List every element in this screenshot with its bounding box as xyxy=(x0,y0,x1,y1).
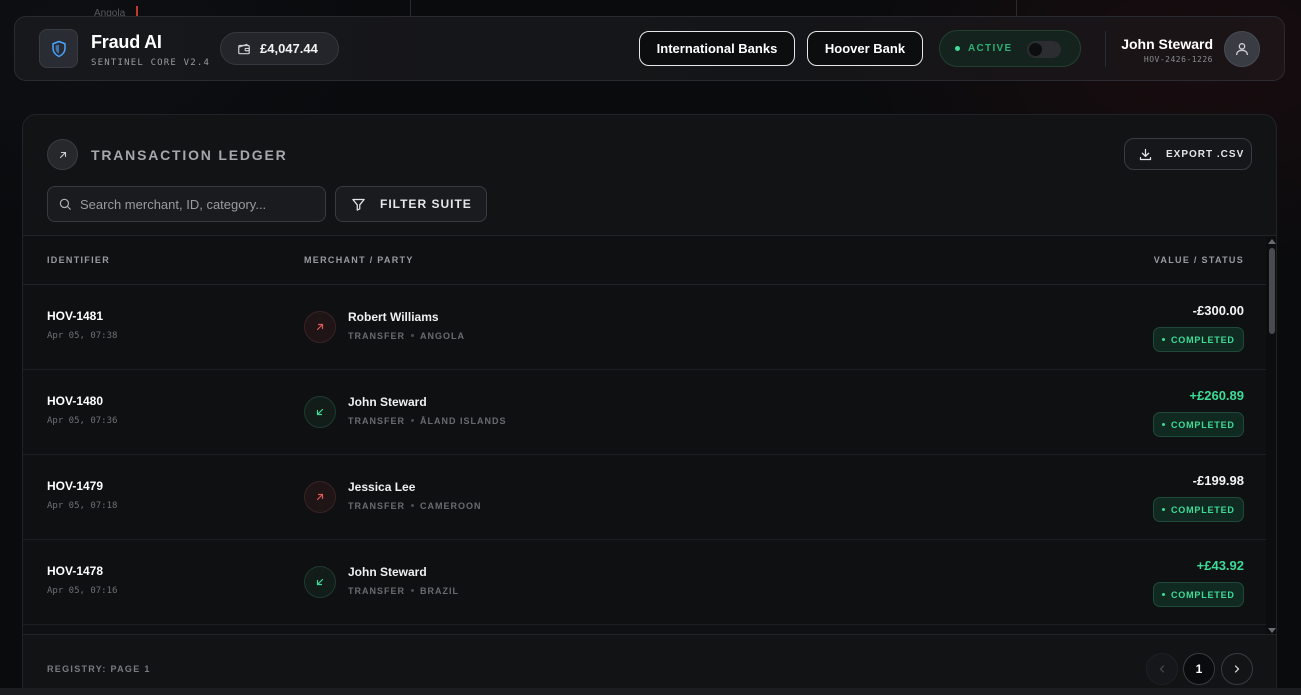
status-badge: COMPLETED xyxy=(1153,497,1244,522)
filter-suite-button[interactable]: FILTER SUITE xyxy=(335,186,487,222)
chevron-right-icon xyxy=(1234,665,1240,673)
transaction-amount: +£43.92 xyxy=(1196,558,1244,573)
transaction-time: Apr 05, 07:16 xyxy=(47,586,118,596)
app-logo[interactable] xyxy=(39,29,78,68)
export-csv-button[interactable]: EXPORT .CSV xyxy=(1124,138,1252,170)
transaction-location: BRAZIL xyxy=(420,586,459,596)
background-divider xyxy=(1016,0,1017,16)
party-meta: TRANSFER ANGOLA xyxy=(348,331,465,341)
app-title: Fraud AI xyxy=(91,32,162,52)
status-text: ACTIVE xyxy=(968,43,1013,54)
table-row[interactable]: HOV-1479 Apr 05, 07:18 Jessica Lee TRANS… xyxy=(23,455,1266,540)
user-name: John Steward xyxy=(1121,36,1213,52)
transaction-time: Apr 05, 07:38 xyxy=(47,331,118,341)
international-banks-button[interactable]: International Banks xyxy=(639,31,795,66)
transaction-time: Apr 05, 07:18 xyxy=(47,501,118,511)
status-badge: COMPLETED xyxy=(1153,327,1244,352)
transaction-location: CAMEROON xyxy=(420,501,482,511)
party-meta: TRANSFER BRAZIL xyxy=(348,586,459,596)
app-subtitle: SENTINEL CORE V2.4 xyxy=(91,58,211,68)
scroll-down-icon[interactable] xyxy=(1268,628,1276,633)
table-row[interactable]: HOV-1481 Apr 05, 07:38 Robert Williams T… xyxy=(23,285,1266,370)
export-label: EXPORT .CSV xyxy=(1166,148,1245,160)
header-divider xyxy=(1105,31,1106,67)
transaction-location: ANGOLA xyxy=(420,331,465,341)
avatar[interactable] xyxy=(1224,31,1260,67)
transaction-amount: +£260.89 xyxy=(1189,388,1244,403)
toggle-knob xyxy=(1029,43,1042,56)
user-id: HOV-2426-1226 xyxy=(1143,55,1213,64)
search-icon xyxy=(59,198,71,210)
top-header: Fraud AI SENTINEL CORE V2.4 £4,047.44 In… xyxy=(14,16,1285,81)
table-row[interactable]: HOV-1478 Apr 05, 07:16 John Steward TRAN… xyxy=(23,540,1266,625)
party-name: John Steward xyxy=(348,565,427,579)
transaction-type: TRANSFER xyxy=(348,416,405,426)
transaction-type: TRANSFER xyxy=(348,586,405,596)
transaction-ledger-panel: TRANSACTION LEDGER EXPORT .CSV FILTER SU… xyxy=(22,114,1277,695)
transaction-id: HOV-1478 xyxy=(47,564,104,578)
party-name: Robert Williams xyxy=(348,310,439,324)
status-badge: COMPLETED xyxy=(1153,412,1244,437)
arrow-up-right-icon xyxy=(59,151,66,158)
status-indicator: ACTIVE xyxy=(939,30,1081,67)
party-meta: TRANSFER ÅLAND ISLANDS xyxy=(348,416,507,426)
ledger-title: TRANSACTION LEDGER xyxy=(91,147,288,163)
party-name: Jessica Lee xyxy=(348,480,416,494)
transaction-type: TRANSFER xyxy=(348,501,405,511)
wallet-icon xyxy=(238,43,250,54)
outgoing-icon xyxy=(304,311,336,343)
search-input[interactable] xyxy=(80,196,310,212)
filter-icon xyxy=(352,198,365,211)
background-divider xyxy=(410,0,411,16)
transaction-amount: -£300.00 xyxy=(1192,303,1244,318)
table-scrollbar[interactable] xyxy=(1266,236,1276,634)
balance-pill[interactable]: £4,047.44 xyxy=(220,32,339,65)
status-toggle[interactable] xyxy=(1027,41,1061,58)
incoming-icon xyxy=(304,396,336,428)
transaction-id: HOV-1480 xyxy=(47,394,104,408)
transaction-time: Apr 05, 07:36 xyxy=(47,416,118,426)
page-number-button[interactable]: 1 xyxy=(1183,653,1215,685)
party-name: John Steward xyxy=(348,395,427,409)
user-icon xyxy=(1236,43,1248,56)
column-identifier: IDENTIFIER xyxy=(47,255,111,265)
table-header: IDENTIFIER MERCHANT / PARTY VALUE / STAT… xyxy=(23,236,1266,285)
ledger-table: IDENTIFIER MERCHANT / PARTY VALUE / STAT… xyxy=(23,235,1276,635)
outgoing-icon xyxy=(304,481,336,513)
scroll-thumb[interactable] xyxy=(1269,248,1275,334)
download-icon xyxy=(1139,148,1152,160)
table-row[interactable]: HOV-1480 Apr 05, 07:36 John Steward TRAN… xyxy=(23,370,1266,455)
incoming-icon xyxy=(304,566,336,598)
chevron-left-icon xyxy=(1159,665,1165,673)
transaction-id: HOV-1481 xyxy=(47,309,104,323)
shield-icon xyxy=(51,40,66,57)
column-value: VALUE / STATUS xyxy=(1153,255,1244,265)
party-meta: TRANSFER CAMEROON xyxy=(348,501,482,511)
registry-page-label: REGISTRY: PAGE 1 xyxy=(47,664,151,674)
transaction-type: TRANSFER xyxy=(348,331,405,341)
balance-value: £4,047.44 xyxy=(260,41,318,56)
transaction-amount: -£199.98 xyxy=(1192,473,1244,488)
filter-label: FILTER SUITE xyxy=(380,197,472,211)
bottom-scrollbar[interactable] xyxy=(0,688,1301,695)
next-page-button[interactable] xyxy=(1221,653,1253,685)
transaction-id: HOV-1479 xyxy=(47,479,104,493)
search-box[interactable] xyxy=(47,186,326,222)
status-dot xyxy=(955,46,960,51)
column-party: MERCHANT / PARTY xyxy=(304,255,414,265)
prev-page-button[interactable] xyxy=(1146,653,1178,685)
status-badge: COMPLETED xyxy=(1153,582,1244,607)
hoover-bank-button[interactable]: Hoover Bank xyxy=(807,31,923,66)
scroll-up-icon[interactable] xyxy=(1268,239,1276,244)
ledger-icon xyxy=(47,139,78,170)
transaction-location: ÅLAND ISLANDS xyxy=(420,416,507,426)
table-row[interactable] xyxy=(23,625,1266,634)
